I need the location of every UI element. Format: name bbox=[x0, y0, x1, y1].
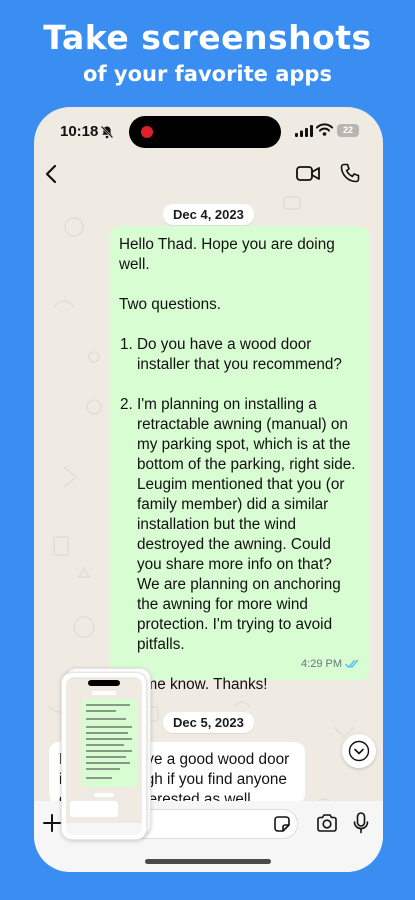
cellular-signal-icon bbox=[295, 125, 313, 137]
message-meta: 4:29 PM bbox=[301, 654, 361, 674]
chevron-down-icon bbox=[348, 740, 370, 762]
sticker-icon[interactable] bbox=[272, 814, 292, 834]
message-time: 4:29 PM bbox=[301, 658, 342, 670]
promo-subheadline: of your favorite apps bbox=[83, 62, 332, 86]
chevron-left-icon[interactable] bbox=[42, 163, 62, 185]
thumbnail-front-card bbox=[61, 672, 147, 840]
battery-indicator: 22 bbox=[337, 124, 359, 137]
camera-icon[interactable] bbox=[316, 813, 338, 833]
message-closing: Let me know. Thanks! bbox=[119, 676, 268, 693]
outgoing-message[interactable]: Hello Thad. Hope you are doing well. Two… bbox=[110, 226, 370, 693]
status-time: 10:18 bbox=[60, 123, 99, 140]
question-list: Do you have a wood door installer that y… bbox=[119, 335, 358, 655]
dynamic-island bbox=[129, 116, 281, 148]
screenshot-thumbnail[interactable] bbox=[61, 668, 151, 840]
microphone-icon[interactable] bbox=[352, 811, 370, 835]
home-indicator bbox=[145, 859, 271, 864]
scroll-to-bottom-button[interactable] bbox=[342, 734, 376, 768]
date-separator: Dec 4, 2023 bbox=[163, 204, 254, 225]
message-intro: Two questions. bbox=[119, 296, 222, 313]
plus-icon[interactable] bbox=[42, 813, 62, 833]
promo-header: Take screenshots of your favorite apps bbox=[0, 18, 415, 88]
bell-slash-icon bbox=[100, 125, 114, 139]
chat-header bbox=[34, 157, 383, 191]
thumbnail-screen bbox=[66, 677, 142, 835]
recording-indicator bbox=[141, 126, 153, 138]
video-camera-icon[interactable] bbox=[296, 165, 320, 182]
wifi-icon bbox=[316, 123, 333, 136]
status-bar: 10:18 22 bbox=[34, 107, 383, 157]
question-2: I'm planning on installing a retractable… bbox=[137, 395, 358, 655]
double-check-icon bbox=[345, 659, 359, 668]
question-1: Do you have a wood door installer that y… bbox=[137, 335, 358, 375]
message-greeting: Hello Thad. Hope you are doing well. bbox=[119, 236, 335, 273]
promo-headline: Take screenshots bbox=[43, 18, 372, 57]
phone-icon[interactable] bbox=[340, 163, 360, 183]
date-separator: Dec 5, 2023 bbox=[163, 712, 254, 733]
